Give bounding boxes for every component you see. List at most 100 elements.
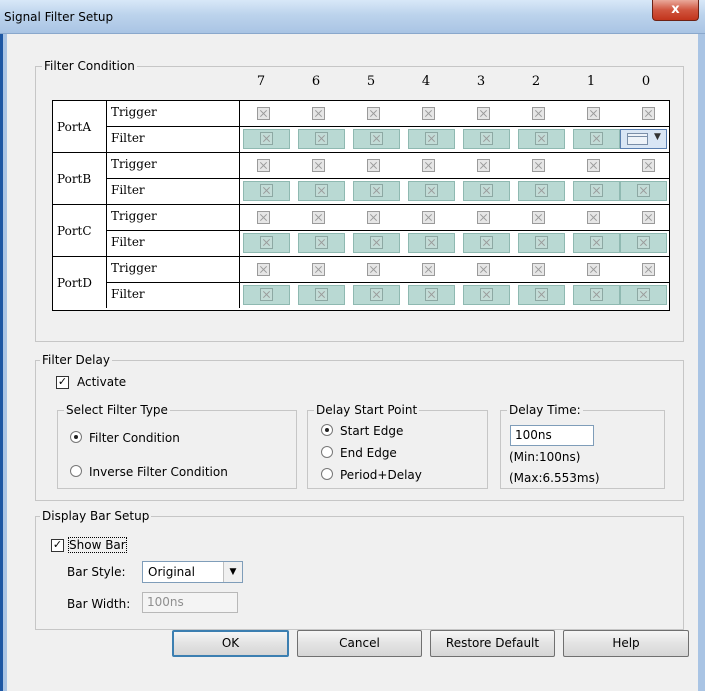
trigger-bit-checkbox[interactable] bbox=[642, 263, 655, 276]
filter-bit-cell[interactable] bbox=[463, 233, 510, 253]
trigger-bit-checkbox[interactable] bbox=[312, 263, 325, 276]
trigger-bit-checkbox[interactable] bbox=[477, 159, 490, 172]
filter-bit-cell[interactable] bbox=[463, 285, 510, 305]
filter-bit-cell[interactable] bbox=[463, 181, 510, 201]
filter-bit-cell[interactable] bbox=[620, 233, 667, 253]
filter-bit-cell[interactable] bbox=[353, 233, 400, 253]
bar-style-select[interactable]: Original ▼ bbox=[142, 561, 243, 583]
filter-bit-cell[interactable] bbox=[353, 181, 400, 201]
end-edge-radio[interactable] bbox=[321, 446, 333, 458]
column-header: 1 bbox=[586, 74, 596, 89]
filter-bit-cell[interactable] bbox=[518, 181, 565, 201]
filter-bit-cell[interactable] bbox=[573, 181, 620, 201]
trigger-bit-checkbox[interactable] bbox=[587, 159, 600, 172]
filter-row-label: Filter bbox=[107, 127, 240, 152]
bar-style-label: Bar Style: bbox=[67, 565, 126, 579]
trigger-bit-checkbox[interactable] bbox=[422, 211, 435, 224]
close-icon: x bbox=[671, 2, 680, 17]
trigger-bit-checkbox[interactable] bbox=[257, 263, 270, 276]
help-button[interactable]: Help bbox=[563, 630, 689, 657]
filter-bit-cell[interactable] bbox=[298, 181, 345, 201]
trigger-bit-checkbox[interactable] bbox=[587, 211, 600, 224]
filter-bit-cell[interactable] bbox=[243, 285, 290, 305]
delay-start-point-label: Delay Start Point bbox=[314, 403, 420, 417]
trigger-bit-checkbox[interactable] bbox=[257, 159, 270, 172]
filter-bit-cell[interactable] bbox=[298, 233, 345, 253]
delay-time-input[interactable]: 100ns bbox=[510, 425, 594, 446]
trigger-bit-checkbox[interactable] bbox=[477, 107, 490, 120]
show-bar-label: Show Bar bbox=[68, 537, 127, 553]
filter-bit-cell[interactable] bbox=[408, 233, 455, 253]
period-delay-radio[interactable] bbox=[321, 468, 333, 480]
filter-bit-cell[interactable] bbox=[298, 129, 345, 149]
filter-bit-cell[interactable] bbox=[518, 129, 565, 149]
trigger-bit-checkbox[interactable] bbox=[257, 107, 270, 120]
filter-row-label: Filter bbox=[107, 179, 240, 204]
inverse-filter-condition-radio[interactable] bbox=[70, 465, 82, 477]
filter-row-label: Filter bbox=[107, 283, 240, 308]
window-title: Signal Filter Setup bbox=[4, 10, 114, 24]
filter-condition-radio[interactable] bbox=[70, 431, 82, 443]
filter-bit-cell[interactable] bbox=[573, 285, 620, 305]
delay-time-label: Delay Time: bbox=[507, 403, 583, 417]
filter-bit-cell[interactable] bbox=[408, 129, 455, 149]
filter-bit-cell[interactable] bbox=[243, 181, 290, 201]
trigger-bit-checkbox[interactable] bbox=[477, 211, 490, 224]
start-edge-option-label: Start Edge bbox=[340, 424, 404, 438]
show-bar-checkbox[interactable]: ✓ bbox=[51, 539, 64, 552]
port-label: PortA bbox=[53, 101, 107, 152]
trigger-row-label: Trigger bbox=[107, 257, 240, 282]
activate-checkbox[interactable]: ✓ bbox=[56, 376, 69, 389]
trigger-bit-checkbox[interactable] bbox=[422, 107, 435, 120]
trigger-bit-checkbox[interactable] bbox=[257, 211, 270, 224]
start-edge-radio[interactable] bbox=[321, 424, 333, 436]
filter-bit-dropdown[interactable]: ▼ bbox=[620, 129, 667, 149]
filter-condition-option-label: Filter Condition bbox=[89, 431, 180, 445]
trigger-bit-checkbox[interactable] bbox=[367, 159, 380, 172]
column-header: 3 bbox=[476, 74, 486, 89]
trigger-bit-checkbox[interactable] bbox=[532, 211, 545, 224]
filter-bit-cell[interactable] bbox=[463, 129, 510, 149]
restore-default-button[interactable]: Restore Default bbox=[430, 630, 555, 657]
filter-bit-cell[interactable] bbox=[620, 181, 667, 201]
trigger-bit-checkbox[interactable] bbox=[367, 107, 380, 120]
trigger-bit-checkbox[interactable] bbox=[642, 211, 655, 224]
trigger-bit-checkbox[interactable] bbox=[367, 211, 380, 224]
trigger-bit-checkbox[interactable] bbox=[367, 263, 380, 276]
cancel-button[interactable]: Cancel bbox=[297, 630, 422, 657]
signal-filter-setup-dialog: Signal Filter Setup x Filter Condition 7… bbox=[0, 0, 705, 691]
title-bar[interactable]: Signal Filter Setup x bbox=[0, 0, 705, 34]
trigger-bit-checkbox[interactable] bbox=[532, 159, 545, 172]
trigger-bit-checkbox[interactable] bbox=[422, 263, 435, 276]
filter-bit-cell[interactable] bbox=[243, 129, 290, 149]
filter-bit-cell[interactable] bbox=[408, 181, 455, 201]
filter-condition-label: Filter Condition bbox=[42, 59, 137, 73]
filter-bit-cell[interactable] bbox=[353, 285, 400, 305]
filter-bit-cell[interactable] bbox=[573, 233, 620, 253]
trigger-bit-checkbox[interactable] bbox=[312, 159, 325, 172]
filter-bit-cell[interactable] bbox=[353, 129, 400, 149]
trigger-bit-checkbox[interactable] bbox=[532, 107, 545, 120]
trigger-bit-checkbox[interactable] bbox=[477, 263, 490, 276]
inverse-filter-condition-option-label: Inverse Filter Condition bbox=[89, 465, 228, 479]
ok-button[interactable]: OK bbox=[172, 630, 289, 657]
trigger-bit-checkbox[interactable] bbox=[587, 263, 600, 276]
trigger-bit-checkbox[interactable] bbox=[532, 263, 545, 276]
filter-bit-cell[interactable] bbox=[298, 285, 345, 305]
filter-bit-cell[interactable] bbox=[518, 233, 565, 253]
delay-time-max-label: (Max:6.553ms) bbox=[509, 471, 600, 485]
filter-bit-cell[interactable] bbox=[620, 285, 667, 305]
bar-width-input[interactable]: 100ns bbox=[142, 592, 238, 613]
port-label: PortD bbox=[53, 257, 107, 308]
filter-bit-cell[interactable] bbox=[573, 129, 620, 149]
filter-bit-cell[interactable] bbox=[408, 285, 455, 305]
filter-bit-cell[interactable] bbox=[518, 285, 565, 305]
filter-bit-cell[interactable] bbox=[243, 233, 290, 253]
trigger-bit-checkbox[interactable] bbox=[422, 159, 435, 172]
trigger-bit-checkbox[interactable] bbox=[312, 211, 325, 224]
trigger-bit-checkbox[interactable] bbox=[642, 159, 655, 172]
trigger-bit-checkbox[interactable] bbox=[642, 107, 655, 120]
close-button[interactable]: x bbox=[652, 0, 699, 21]
trigger-bit-checkbox[interactable] bbox=[587, 107, 600, 120]
trigger-bit-checkbox[interactable] bbox=[312, 107, 325, 120]
